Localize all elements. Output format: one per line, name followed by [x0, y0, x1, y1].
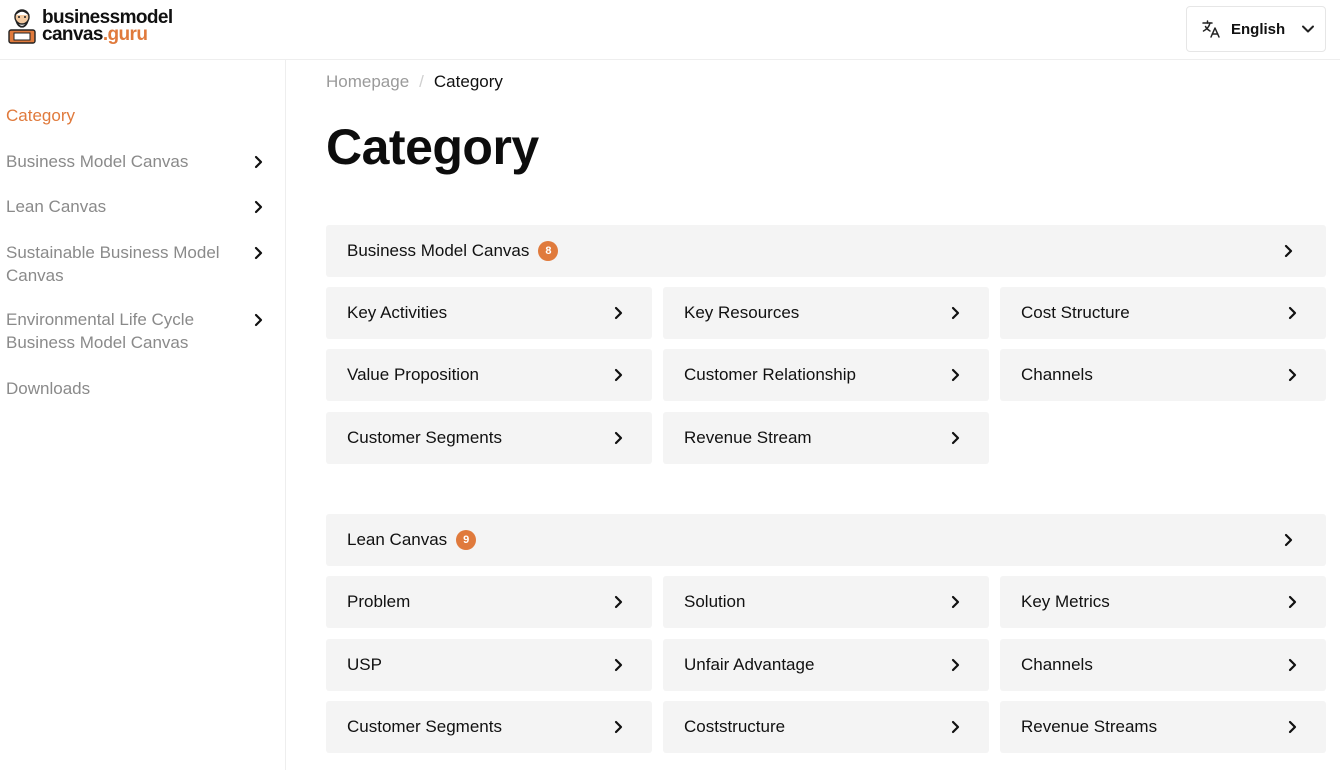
subcategory-label: Customer Relationship — [684, 365, 856, 384]
chevron-right-icon — [614, 595, 623, 609]
sidebar-item-downloads[interactable]: Downloads — [6, 377, 268, 400]
chevron-right-icon — [1284, 244, 1293, 258]
category-header-business-model-canvas[interactable]: Business Model Canvas 8 — [326, 225, 1326, 277]
chevron-right-icon — [614, 306, 623, 320]
breadcrumb: Homepage / Category — [326, 72, 503, 92]
sidebar-item-label: Lean Canvas — [6, 197, 107, 216]
sidebar: Category Business Model Canvas Lean Canv… — [0, 60, 286, 770]
sidebar-item-category[interactable]: Category — [6, 104, 268, 127]
language-selector[interactable]: English — [1186, 6, 1326, 52]
sidebar-item-label: Environmental Life Cycle Business Model … — [6, 310, 195, 352]
subcategory-label: Channels — [1021, 365, 1093, 384]
sidebar-item-label: Category — [6, 106, 75, 125]
subcategory-card[interactable]: Cost Structure — [1000, 287, 1326, 339]
chevron-right-icon — [1288, 368, 1297, 382]
subcategory-label: Revenue Stream — [684, 428, 812, 447]
subcategory-card[interactable]: USP — [326, 639, 652, 691]
sidebar-item-lean-canvas[interactable]: Lean Canvas — [6, 195, 268, 218]
sidebar-item-label: Sustainable Business Model Canvas — [6, 243, 220, 285]
chevron-right-icon — [1284, 533, 1293, 547]
subcategory-card[interactable]: Value Proposition — [326, 349, 652, 401]
page-title: Category — [326, 119, 539, 175]
chevron-right-icon — [951, 431, 960, 445]
chevron-right-icon — [1288, 720, 1297, 734]
logo-line-2: canvas.guru — [42, 24, 173, 45]
subcategory-card[interactable]: Channels — [1000, 639, 1326, 691]
sidebar-item-business-model-canvas[interactable]: Business Model Canvas — [6, 150, 268, 173]
subcategory-card[interactable]: Key Metrics — [1000, 576, 1326, 628]
count-badge: 9 — [456, 530, 477, 550]
breadcrumb-current: Category — [433, 72, 503, 91]
category-header-label: Business Model Canvas — [347, 241, 530, 260]
chevron-right-icon — [951, 368, 960, 382]
chevron-right-icon — [1288, 595, 1297, 609]
chevron-right-icon — [951, 595, 960, 609]
subcategory-card[interactable]: Customer Segments — [326, 412, 652, 464]
subcategory-card[interactable]: Key Activities — [326, 287, 652, 339]
chevron-down-icon — [1302, 25, 1315, 33]
subcategory-label: Problem — [347, 592, 411, 611]
language-label: English — [1231, 20, 1286, 38]
chevron-right-icon — [614, 658, 623, 672]
chevron-right-icon — [951, 658, 960, 672]
chevron-right-icon — [1288, 658, 1297, 672]
top-header: businessmodel canvas.guru English — [0, 0, 1340, 60]
subcategory-label: Unfair Advantage — [684, 655, 815, 674]
subcategory-label: Coststructure — [684, 717, 786, 736]
logo-line-2-a: canvas — [42, 24, 103, 45]
chevron-right-icon — [1288, 306, 1297, 320]
breadcrumb-home-link[interactable]: Homepage — [326, 72, 409, 92]
breadcrumb-separator: / — [419, 72, 424, 91]
subcategory-label: Cost Structure — [1021, 303, 1130, 322]
subcategory-card[interactable]: Revenue Streams — [1000, 701, 1326, 753]
guru-mascot-icon — [8, 9, 36, 44]
site-logo[interactable]: businessmodel canvas.guru — [6, 6, 173, 46]
subcategory-label: Key Resources — [684, 303, 800, 322]
subcategory-card[interactable]: Revenue Stream — [663, 412, 989, 464]
chevron-right-icon — [254, 246, 263, 260]
sidebar-item-environmental-life-cycle[interactable]: Environmental Life Cycle Business Model … — [6, 308, 268, 354]
chevron-right-icon — [614, 431, 623, 445]
chevron-right-icon — [951, 306, 960, 320]
category-header-label: Lean Canvas — [347, 530, 448, 549]
chevron-right-icon — [254, 200, 263, 214]
category-header-lean-canvas[interactable]: Lean Canvas 9 — [326, 514, 1326, 566]
subcategory-card[interactable]: Problem — [326, 576, 652, 628]
subcategory-label: Key Activities — [347, 303, 448, 322]
subcategory-label: Solution — [684, 592, 746, 611]
subcategory-card[interactable]: Solution — [663, 576, 989, 628]
subcategory-label: Revenue Streams — [1021, 717, 1158, 736]
subcategory-card[interactable]: Unfair Advantage — [663, 639, 989, 691]
subcategory-label: Channels — [1021, 655, 1093, 674]
subcategory-label: Value Proposition — [347, 365, 479, 384]
chevron-right-icon — [254, 155, 263, 169]
subcategory-label: Key Metrics — [1021, 592, 1110, 611]
logo-wordmark: businessmodel canvas.guru — [42, 8, 173, 45]
subcategory-label: Customer Segments — [347, 717, 502, 736]
chevron-right-icon — [951, 720, 960, 734]
subcategory-label: Customer Segments — [347, 428, 502, 447]
subcategory-card[interactable]: Key Resources — [663, 287, 989, 339]
sidebar-item-label: Business Model Canvas — [6, 152, 189, 171]
chevron-right-icon — [614, 368, 623, 382]
chevron-right-icon — [254, 313, 263, 327]
sidebar-item-sustainable-business-model-canvas[interactable]: Sustainable Business Model Canvas — [6, 241, 268, 287]
subcategory-card[interactable]: Customer Relationship — [663, 349, 989, 401]
logo-line-2-b: .guru — [102, 24, 148, 45]
chevron-right-icon — [614, 720, 623, 734]
subcategory-label: USP — [347, 655, 382, 674]
count-badge: 8 — [538, 241, 559, 261]
sidebar-item-label: Downloads — [6, 379, 91, 398]
translate-icon — [1202, 20, 1220, 38]
subcategory-card[interactable]: Customer Segments — [326, 701, 652, 753]
subcategory-card[interactable]: Coststructure — [663, 701, 989, 753]
subcategory-card[interactable]: Channels — [1000, 349, 1326, 401]
